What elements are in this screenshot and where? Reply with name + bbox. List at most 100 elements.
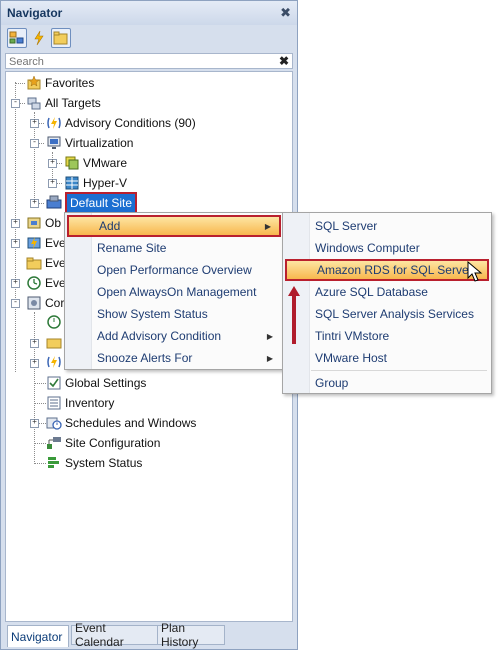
submenu-item-amazon-rds[interactable]: Amazon RDS for SQL Server (285, 259, 489, 281)
panel-titlebar: Navigator ✖ (1, 1, 297, 25)
folder-icon (53, 31, 68, 45)
tree-label: Virtualization (65, 136, 134, 150)
submenu-item-azure-sql-database[interactable]: Azure SQL Database (285, 281, 489, 303)
clock-icon (47, 315, 61, 329)
expand-icon[interactable]: + (11, 219, 20, 228)
tree-label: Default Site (70, 196, 133, 210)
search-box: ✖ (5, 53, 293, 69)
events-icon (27, 237, 41, 249)
menu-item-add[interactable]: Add ▶ (67, 215, 281, 237)
tree-node-schedules[interactable]: Schedules and Windows (46, 414, 196, 432)
add-submenu: SQL Server Windows Computer Amazon RDS f… (282, 212, 492, 394)
tree-label: Global Settings (65, 376, 147, 390)
tree-label: Advisory Conditions (90) (65, 116, 196, 130)
tree-node-favorites[interactable]: Favorites (26, 74, 94, 92)
virtualization-icon (47, 136, 61, 149)
tab-navigator[interactable]: Navigator (7, 625, 69, 647)
tree-label: All Targets (45, 96, 101, 110)
tab-event-calendar[interactable]: Event Calendar (71, 621, 159, 649)
advisory-conditions-icon (47, 117, 61, 129)
tree-node-hyperv[interactable]: Hyper-V (64, 174, 127, 192)
search-input[interactable] (6, 55, 269, 69)
submenu-item-sql-server[interactable]: SQL Server (285, 215, 489, 237)
tree-view-button[interactable] (7, 28, 27, 48)
collapse-icon[interactable]: - (11, 299, 20, 308)
system-status-icon (48, 457, 59, 468)
submenu-item-tintri-vmstore[interactable]: Tintri VMstore (285, 325, 489, 347)
tree-node-global-settings[interactable]: Global Settings (46, 374, 146, 392)
tree-node-events-partial[interactable]: Eve (26, 234, 66, 252)
hyperv-icon (65, 176, 79, 190)
expand-icon[interactable]: + (11, 239, 20, 248)
expand-icon[interactable]: + (30, 419, 39, 428)
tree-node-configuration-partial[interactable]: Cor (26, 294, 64, 312)
favorites-icon (27, 75, 41, 90)
tree-label: Hyper-V (83, 176, 128, 190)
tree-label: Ob (45, 216, 62, 230)
tree-node-advisory-conditions[interactable]: Advisory Conditions (90) (46, 114, 196, 132)
tree-node-site-configuration[interactable]: Site Configuration (46, 434, 160, 452)
menu-item-open-performance-overview[interactable]: Open Performance Overview (67, 259, 281, 281)
menu-item-rename-site[interactable]: Rename Site (67, 237, 281, 259)
objects-icon (27, 217, 41, 229)
submenu-arrow-icon: ▶ (266, 331, 273, 341)
all-targets-icon (27, 97, 41, 110)
tree-node-virtualization[interactable]: Virtualization (46, 134, 133, 152)
tree-node-default-site[interactable]: Default Site (65, 192, 138, 214)
tree-node-events-folder-partial[interactable]: Eve (26, 254, 66, 272)
menu-separator (311, 370, 487, 371)
inventory-icon (47, 396, 61, 410)
tree-node-inventory[interactable]: Inventory (46, 394, 114, 412)
tree-label: Site Configuration (65, 436, 161, 450)
tree-node-system-status[interactable]: System Status (46, 454, 142, 472)
tree-label: VMware (83, 156, 128, 170)
submenu-item-windows-computer[interactable]: Windows Computer (285, 237, 489, 259)
menu-item-show-system-status[interactable]: Show System Status (67, 303, 281, 325)
menu-item-open-alwayson-management[interactable]: Open AlwaysOn Management (67, 281, 281, 303)
submenu-item-ssas[interactable]: SQL Server Analysis Services (285, 303, 489, 325)
submenu-item-vmware-host[interactable]: VMware Host (285, 347, 489, 369)
tree-view-icon (9, 31, 24, 44)
expand-icon[interactable]: + (30, 119, 39, 128)
tree-node-objects-partial[interactable]: Ob (26, 214, 61, 232)
expand-icon[interactable]: + (30, 359, 39, 368)
tree-label: Cor (45, 296, 65, 310)
menu-item-add-advisory-condition[interactable]: Add Advisory Condition ▶ (67, 325, 281, 347)
submenu-item-group[interactable]: Group (285, 372, 489, 394)
expand-icon[interactable]: + (11, 279, 20, 288)
tree-label: Favorites (45, 76, 95, 90)
collapse-icon[interactable]: - (11, 99, 20, 108)
submenu-arrow-icon: ▶ (266, 353, 273, 363)
panel-title: Navigator (7, 6, 63, 20)
expand-icon[interactable]: + (30, 199, 39, 208)
menu-item-snooze-alerts-for[interactable]: Snooze Alerts For ▶ (67, 347, 281, 369)
tab-plan-history[interactable]: Plan History (157, 621, 225, 649)
expand-icon[interactable]: + (48, 159, 57, 168)
tree-node-all-targets[interactable]: All Targets (26, 94, 101, 112)
site-icon (46, 195, 62, 209)
annotation-arrow-icon (288, 286, 300, 344)
close-icon[interactable]: ✖ (280, 5, 291, 21)
alerts-button[interactable] (29, 28, 49, 48)
tree-label: Eve (45, 276, 66, 290)
clock-icon (27, 276, 41, 290)
folder-button[interactable] (51, 28, 71, 48)
tree-label: Inventory (65, 396, 115, 410)
lightning-icon (34, 30, 44, 46)
tree-label: Eve (45, 256, 66, 270)
tree-node-vmware[interactable]: VMware (64, 154, 127, 172)
folder-icon (46, 338, 62, 349)
configuration-icon (27, 296, 41, 310)
expand-icon[interactable]: + (48, 179, 57, 188)
tree-label: Schedules and Windows (65, 416, 197, 430)
folder-icon (26, 257, 42, 270)
collapse-icon[interactable]: - (30, 139, 39, 148)
site-configuration-icon (47, 437, 61, 449)
clear-search-icon[interactable]: ✖ (279, 54, 289, 68)
vmware-icon (65, 156, 79, 170)
expand-icon[interactable]: + (30, 339, 39, 348)
tree-label: Eve (45, 236, 66, 250)
mouse-cursor-icon (467, 261, 483, 282)
schedule-icon (46, 417, 62, 430)
tree-node-event-clock-partial[interactable]: Eve (26, 274, 66, 292)
